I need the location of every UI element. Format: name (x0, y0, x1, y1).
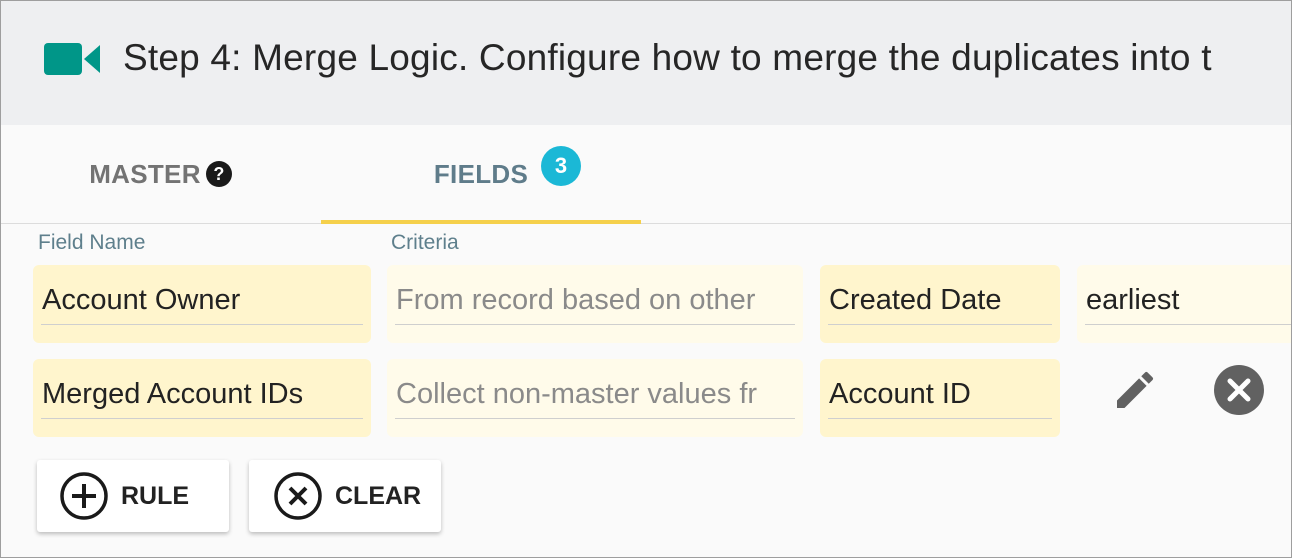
pencil-icon (1117, 371, 1154, 408)
fields-count-badge: 3 (541, 146, 581, 186)
rule-2-edit-button[interactable] (1107, 362, 1163, 418)
tab-fields[interactable]: FIELDS (321, 125, 641, 224)
svg-text:?: ? (213, 164, 224, 184)
rule-1-option (1077, 265, 1291, 343)
video-camera-icon (44, 43, 100, 75)
tab-fields-label: FIELDS (433, 158, 529, 189)
rule-1-criteria (387, 265, 803, 343)
add-rule-label: RULE (121, 481, 190, 510)
field-name-column-label: Field Name (38, 231, 146, 254)
help-circle-icon[interactable]: ? (205, 160, 233, 188)
remove-circle-icon (1214, 365, 1264, 415)
rule-1-option-input[interactable] (1085, 277, 1291, 325)
rule-1-field-name-input[interactable] (41, 277, 363, 325)
rule-2-remove-button[interactable] (1211, 362, 1267, 418)
tab-master[interactable]: MASTER ? (1, 125, 321, 223)
rule-2-criteria (387, 359, 803, 437)
clear-circle-icon (274, 472, 322, 520)
criteria-column-label: Criteria (391, 231, 459, 254)
rule-1-reference-field-input[interactable] (828, 277, 1052, 325)
step-header: Step 4: Merge Logic. Configure how to me… (1, 1, 1291, 125)
rule-1-criteria-input[interactable] (395, 277, 795, 325)
tab-bar: MASTER ? FIELDS 3 (1, 125, 1291, 224)
rule-2-criteria-input[interactable] (395, 371, 795, 419)
merge-logic-panel: Step 4: Merge Logic. Configure how to me… (0, 0, 1292, 558)
rule-1-field-name (33, 265, 371, 343)
add-circle-icon (60, 472, 108, 520)
step-title: Step 4: Merge Logic. Configure how to me… (123, 37, 1212, 78)
rule-1-reference-field (820, 265, 1060, 343)
tab-master-label: MASTER (89, 158, 201, 189)
rule-2-field-name (33, 359, 371, 437)
clear-label: CLEAR (335, 481, 422, 510)
rule-2-reference-field (820, 359, 1060, 437)
rule-2-field-name-input[interactable] (41, 371, 363, 419)
clear-button[interactable]: CLEAR (249, 460, 441, 532)
add-rule-button[interactable]: RULE (37, 460, 229, 532)
rule-2-reference-field-input[interactable] (828, 371, 1052, 419)
